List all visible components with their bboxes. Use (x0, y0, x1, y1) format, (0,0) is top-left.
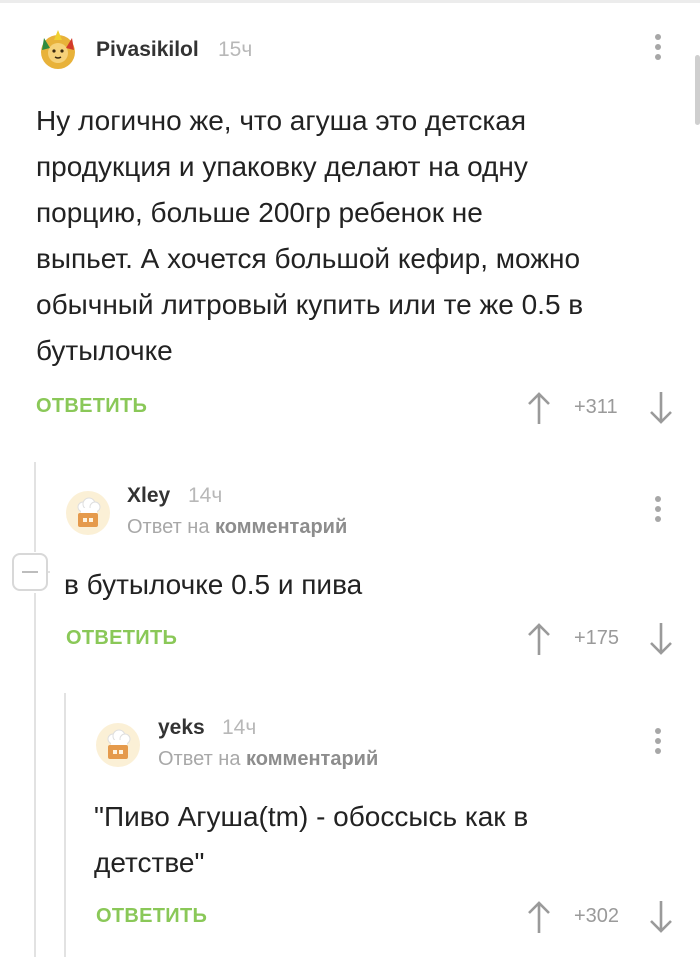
reply-to-link[interactable]: комментарий (246, 748, 378, 770)
reply-button[interactable]: ОТВЕТИТЬ (36, 395, 147, 418)
arrow-down-icon[interactable] (648, 619, 674, 659)
arrow-up-icon[interactable] (526, 897, 552, 937)
comment-text-line: детстве" (94, 847, 205, 878)
rating-score: +302 (574, 905, 620, 927)
reply-to-label: Ответ на комментарий (158, 748, 378, 771)
lion-avatar-icon[interactable] (36, 28, 80, 72)
author-name[interactable]: yeks (158, 716, 205, 740)
comment-text: Ну логично же, что агуша это детская про… (36, 98, 676, 374)
comment-text: в бутылочке 0.5 и пива (64, 562, 676, 608)
thread-line (34, 593, 36, 957)
rating: +302 (526, 897, 676, 937)
arrow-down-icon[interactable] (648, 388, 674, 428)
top-divider (0, 0, 700, 3)
chef-hat-avatar-icon[interactable] (64, 489, 110, 535)
comment-text-line: "Пиво Агуша(tm) - обоссысь как в (94, 801, 529, 832)
comment-text-line: обычный литровый купить или те же 0.5 в (36, 289, 584, 320)
collapse-minus-icon (22, 571, 38, 573)
thread-line (34, 462, 36, 552)
comment-text-line: Ну логично же, что агуша это детская (36, 105, 527, 136)
rating-score: +311 (574, 396, 618, 418)
reply-to-label: Ответ на комментарий (127, 516, 347, 539)
thread-line-nested (64, 693, 66, 957)
more-vertical-icon[interactable] (653, 728, 663, 758)
reply-to-prefix: Ответ на (127, 516, 210, 538)
reply-button[interactable]: ОТВЕТИТЬ (66, 627, 177, 650)
collapse-thread-button[interactable] (12, 553, 48, 591)
comment-xley: Xley 14ч Ответ на комментарий в бутылочк… (64, 484, 676, 664)
author-name[interactable]: Pivasikilol (96, 38, 199, 62)
author-name[interactable]: Xley (127, 484, 170, 508)
comment-time: 15ч (218, 38, 253, 61)
reply-to-prefix: Ответ на (158, 748, 241, 770)
more-vertical-icon[interactable] (653, 496, 663, 526)
rating: +175 (526, 619, 676, 659)
rating: +311 (526, 388, 676, 428)
arrow-up-icon[interactable] (526, 388, 552, 428)
comment-time: 14ч (188, 484, 223, 507)
comment-text: "Пиво Агуша(tm) - обоссысь как в детстве… (94, 794, 676, 886)
comment-text-line: продукция и упаковку делают на одну (36, 151, 528, 182)
arrow-up-icon[interactable] (526, 619, 552, 659)
rating-score: +175 (574, 627, 620, 649)
comment-text-line: порцию, больше 200гр ребенок не (36, 197, 483, 228)
more-vertical-icon[interactable] (653, 34, 663, 64)
reply-button[interactable]: ОТВЕТИТЬ (96, 905, 207, 928)
scrollbar-thumb[interactable] (695, 55, 700, 125)
comment-text-line: бутылочке (36, 335, 173, 366)
reply-to-link[interactable]: комментарий (215, 516, 347, 538)
comment-text-line: в бутылочке 0.5 и пива (64, 569, 363, 600)
chef-hat-avatar-icon[interactable] (94, 721, 140, 767)
comment-text-line: выпьет. А хочется большой кефир, можно (36, 243, 581, 274)
comment-pivasikilol: Pivasikilol 15ч Ну логично же, что агуша… (36, 28, 676, 438)
comment-yeks: yeks 14ч Ответ на комментарий "Пиво Агуш… (94, 716, 676, 946)
arrow-down-icon[interactable] (648, 897, 674, 937)
comment-time: 14ч (222, 716, 257, 739)
